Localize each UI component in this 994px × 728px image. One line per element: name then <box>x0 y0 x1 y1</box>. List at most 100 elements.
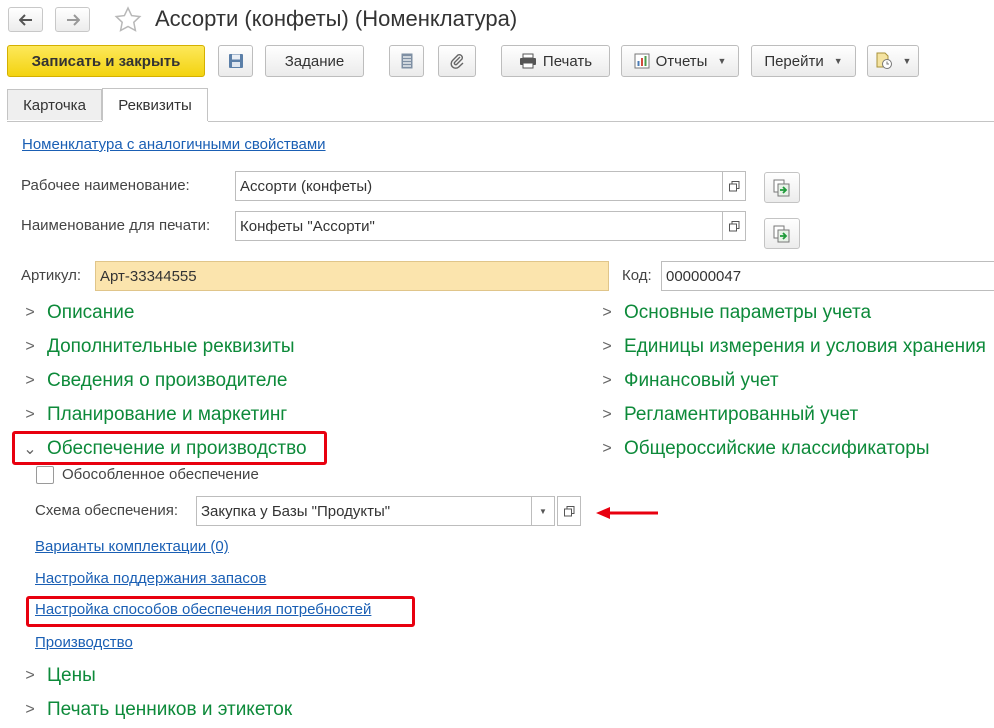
group-description[interactable]: > Описание <box>21 302 134 324</box>
tab-divider <box>208 121 994 122</box>
work-name-copy-button[interactable] <box>764 172 800 203</box>
group-financial-accounting[interactable]: > Финансовый учет <box>598 370 779 392</box>
link-kit-variants[interactable]: Варианты комплектации (0) <box>35 538 229 555</box>
star-icon <box>114 6 142 32</box>
window-title: Ассорти (конфеты) (Номенклатура) <box>155 6 518 31</box>
group-manufacturer-info-label: Сведения о производителе <box>47 370 288 391</box>
group-additional-requisites[interactable]: > Дополнительные реквизиты <box>21 336 295 358</box>
group-russian-classifiers[interactable]: > Общероссийские классификаторы <box>598 438 929 460</box>
chevron-right-icon: > <box>25 406 35 423</box>
group-prices-label: Цены <box>47 665 96 686</box>
paperclip-icon <box>450 54 464 69</box>
highlight-supply-group <box>12 431 327 465</box>
group-additional-requisites-label: Дополнительные реквизиты <box>47 336 295 357</box>
article-label: Артикул: <box>21 267 82 284</box>
chevron-down-icon: ▼ <box>833 56 843 66</box>
group-planning-marketing-label: Планирование и маркетинг <box>47 404 288 425</box>
chevron-down-icon: ▼ <box>717 56 727 66</box>
link-stock-settings[interactable]: Настройка поддержания запасов <box>35 570 266 587</box>
copy-green-arrow-icon <box>773 179 790 196</box>
print-label: Печать <box>542 52 593 70</box>
group-planning-marketing[interactable]: > Планирование и маркетинг <box>21 404 287 426</box>
task-button[interactable]: Задание <box>265 45 364 77</box>
group-units-storage-label: Единицы измерения и условия хранения <box>624 336 986 357</box>
group-price-tags[interactable]: > Печать ценников и этикеток <box>21 699 292 721</box>
clock-document-icon <box>876 52 892 69</box>
tab-card[interactable]: Карточка <box>7 89 102 120</box>
group-main-accounting-params-label: Основные параметры учета <box>624 302 872 323</box>
chevron-down-icon: ▼ <box>539 506 547 516</box>
chevron-right-icon: > <box>25 667 35 684</box>
supply-scheme-open-button[interactable] <box>557 496 581 526</box>
print-button[interactable]: Печать <box>501 45 610 77</box>
separate-supply-checkbox[interactable] <box>36 466 54 484</box>
red-arrow-annotation <box>594 506 660 520</box>
group-financial-accounting-label: Финансовый учет <box>624 370 779 391</box>
tab-card-label: Карточка <box>23 96 86 114</box>
group-regulated-accounting-label: Регламентированный учет <box>624 404 859 425</box>
highlight-supply-methods-link <box>26 596 415 627</box>
print-name-field[interactable]: Конфеты "Ассорти" <box>235 211 723 241</box>
work-name-label: Рабочее наименование: <box>21 177 190 194</box>
list-icon <box>401 53 412 69</box>
group-price-tags-label: Печать ценников и этикеток <box>47 699 293 720</box>
code-field[interactable]: 000000047 <box>661 261 994 291</box>
chevron-right-icon: > <box>25 701 35 718</box>
tab-requisites-label: Реквизиты <box>118 96 192 114</box>
tab-requisites[interactable]: Реквизиты <box>102 88 208 121</box>
group-russian-classifiers-label: Общероссийские классификаторы <box>624 438 930 459</box>
save-and-close-button[interactable]: Записать и закрыть <box>7 45 205 77</box>
reports-label: Отчеты <box>655 52 708 70</box>
article-field[interactable]: Арт-33344555 <box>95 261 609 291</box>
open-window-icon <box>728 180 739 191</box>
save-and-close-label: Записать и закрыть <box>31 52 181 70</box>
more-actions-button[interactable]: ▼ <box>867 45 919 77</box>
group-regulated-accounting[interactable]: > Регламентированный учет <box>598 404 858 426</box>
reports-button[interactable]: Отчеты ▼ <box>621 45 739 77</box>
link-production[interactable]: Производство <box>35 634 133 651</box>
similar-properties-link[interactable]: Номенклатура с аналогичными свойствами <box>22 136 326 153</box>
chevron-right-icon: > <box>602 406 612 423</box>
printer-icon <box>519 53 536 69</box>
attach-button[interactable] <box>438 45 476 77</box>
group-manufacturer-info[interactable]: > Сведения о производителе <box>21 370 287 392</box>
group-prices[interactable]: > Цены <box>21 665 96 687</box>
code-label: Код: <box>622 267 652 284</box>
tab-divider-left <box>7 121 102 122</box>
back-button[interactable] <box>8 7 43 32</box>
arrow-left-icon <box>18 13 32 26</box>
separate-supply-label: Обособленное обеспечение <box>62 466 259 483</box>
open-window-icon <box>563 505 574 516</box>
chevron-right-icon: > <box>25 338 35 355</box>
chevron-right-icon: > <box>602 440 612 457</box>
goto-label: Перейти <box>764 52 824 70</box>
forward-button[interactable] <box>55 7 90 32</box>
print-name-open-button[interactable] <box>722 211 746 241</box>
print-name-copy-button[interactable] <box>764 218 800 249</box>
supply-scheme-field[interactable]: Закупка у Базы "Продукты" <box>196 496 532 526</box>
chevron-right-icon: > <box>602 338 612 355</box>
list-button[interactable] <box>389 45 424 77</box>
chevron-right-icon: > <box>25 372 35 389</box>
supply-scheme-label: Схема обеспечения: <box>35 502 179 519</box>
report-chart-icon <box>634 53 650 69</box>
task-label: Задание <box>284 52 345 70</box>
arrow-right-icon <box>66 13 80 26</box>
group-main-accounting-params[interactable]: > Основные параметры учета <box>598 302 871 324</box>
work-name-field[interactable]: Ассорти (конфеты) <box>235 171 723 201</box>
floppy-icon <box>228 54 243 68</box>
chevron-right-icon: > <box>602 372 612 389</box>
copy-green-arrow-icon <box>773 225 790 242</box>
group-units-storage[interactable]: > Единицы измерения и условия хранения <box>598 336 986 358</box>
favorite-star-button[interactable] <box>114 6 142 34</box>
open-window-icon <box>728 220 739 231</box>
chevron-right-icon: > <box>25 304 35 321</box>
group-description-label: Описание <box>47 302 135 323</box>
print-name-label: Наименование для печати: <box>21 217 211 234</box>
save-button[interactable] <box>218 45 253 77</box>
chevron-right-icon: > <box>602 304 612 321</box>
chevron-down-icon: ▼ <box>902 56 912 66</box>
goto-button[interactable]: Перейти ▼ <box>751 45 856 77</box>
supply-scheme-dropdown-button[interactable]: ▼ <box>531 496 555 526</box>
work-name-open-button[interactable] <box>722 171 746 201</box>
